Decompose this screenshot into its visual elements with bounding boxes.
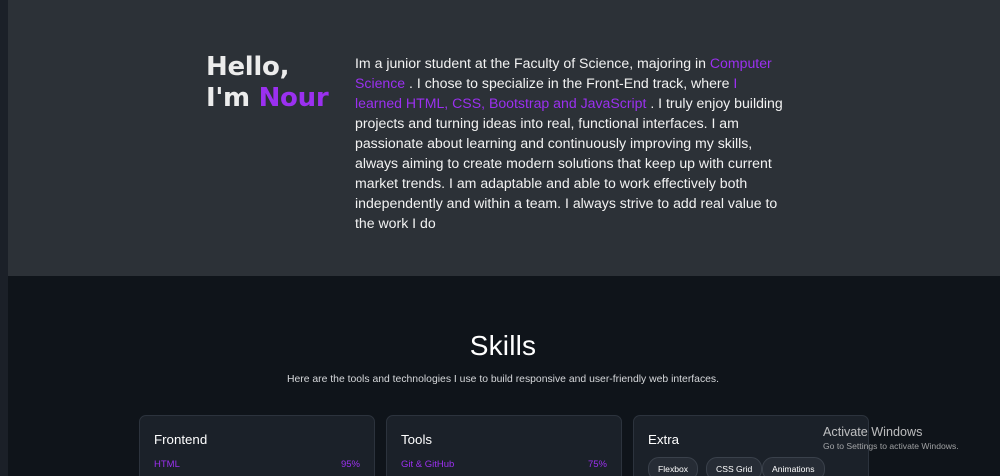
greeting-prefix: I'm — [206, 83, 250, 113]
greeting-line1: Hello, — [206, 52, 290, 82]
chip-css-grid: CSS Grid — [706, 457, 763, 476]
activate-windows-watermark: Activate Windows Go to Settings to activ… — [823, 425, 959, 451]
watermark-title: Activate Windows — [823, 425, 923, 439]
watermark-subtitle: Go to Settings to activate Windows. — [823, 441, 959, 451]
skill-card-frontend: Frontend HTML 95% — [139, 415, 375, 476]
chip-flexbox: Flexbox — [648, 457, 699, 476]
skill-card-tools: Tools Git & GitHub 75% — [386, 415, 622, 476]
skill-row-html: HTML 95% — [154, 459, 360, 470]
about-paragraph: Im a junior student at the Faculty of Sc… — [355, 53, 785, 233]
portfolio-page: Hello, I'm Nour Im a junior student at t… — [0, 0, 1000, 476]
skills-title: Skills — [469, 330, 537, 361]
card-title: Extra — [648, 432, 680, 447]
skill-name: HTML — [154, 459, 180, 470]
left-gutter — [0, 0, 8, 476]
about-text-1: Im a junior student at the Faculty of Sc… — [355, 55, 710, 71]
chip-animations: Animations — [762, 457, 825, 476]
greeting-name: Nour — [258, 83, 329, 113]
skill-percent: 75% — [587, 459, 607, 470]
card-title: Frontend — [154, 432, 208, 447]
about-text-2: . I chose to specialize in the Front-End… — [405, 75, 734, 91]
skills-subtitle: Here are the tools and technologies I us… — [286, 374, 720, 385]
skill-name: Git & GitHub — [401, 459, 455, 470]
hero-greeting: Hello, I'm Nour — [206, 52, 329, 114]
skill-row-git: Git & GitHub 75% — [401, 459, 607, 470]
skill-percent: 95% — [340, 459, 360, 470]
about-text-3: . I truly enjoy building projects and tu… — [355, 95, 783, 231]
card-title: Tools — [401, 432, 433, 447]
